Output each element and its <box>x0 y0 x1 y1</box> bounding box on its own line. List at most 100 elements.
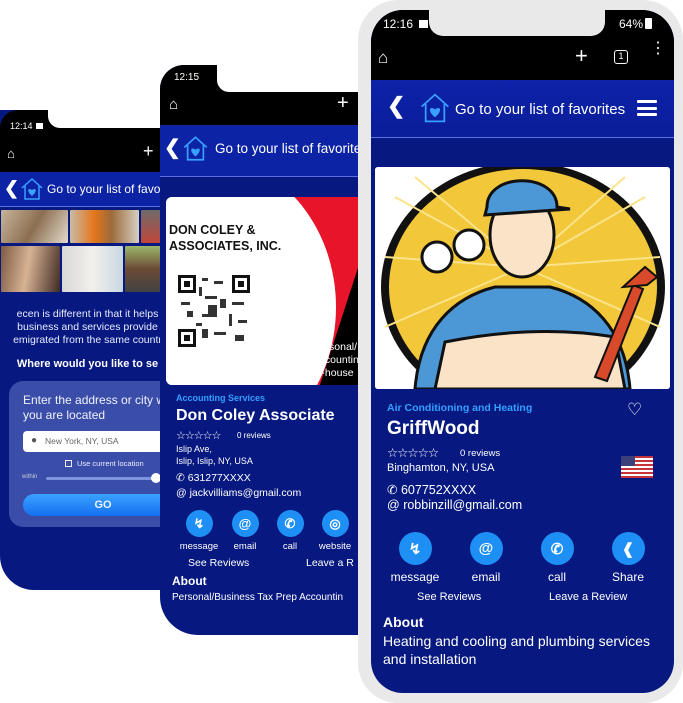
go-button[interactable]: GO <box>23 494 161 516</box>
home-icon[interactable]: ⌂ <box>378 48 388 68</box>
browser-bar: 12:15 ⌂ + <box>160 65 360 125</box>
photo-worker-overalls <box>125 246 161 292</box>
card-bullets: •Personal/ •Accountin •In-house <box>309 341 359 380</box>
notch <box>217 65 360 92</box>
house-heart-icon[interactable] <box>182 135 209 167</box>
checkbox-icon <box>65 460 72 467</box>
phone-icon: ✆ <box>276 510 304 537</box>
favorites-link[interactable]: Go to your list of favorites <box>455 101 625 118</box>
hvac-technician-illustration <box>375 167 670 389</box>
share-icon: ❰ <box>611 532 645 565</box>
leave-review-link[interactable]: Leave a R <box>306 557 354 569</box>
chevron-left-icon[interactable]: ❮ <box>164 135 181 160</box>
app-header: ❮ Go to your list of favorite <box>160 125 360 177</box>
business-name: Don Coley Associate <box>176 407 335 424</box>
see-reviews-link[interactable]: See Reviews <box>188 557 249 569</box>
favorites-link[interactable]: Go to your list of favor <box>47 182 161 196</box>
qr-code <box>178 275 250 347</box>
photo-women-celebrating <box>1 246 60 292</box>
battery-percent: 64% <box>619 17 644 31</box>
battery-status: 64% <box>619 17 653 31</box>
message-button[interactable]: ↯ message <box>174 510 224 552</box>
see-reviews-link[interactable]: See Reviews <box>417 591 481 603</box>
messenger-icon: ↯ <box>398 532 432 565</box>
chevron-left-icon[interactable]: ❮ <box>4 178 19 199</box>
business-phone[interactable]: ✆ 607752XXXX <box>387 482 476 497</box>
about-heading: About <box>383 614 424 630</box>
photo-shop <box>141 210 161 243</box>
location-input-placeholder: New York, NY, USA <box>45 436 119 446</box>
business-address: Binghamton, NY, USA <box>387 462 495 474</box>
location-input[interactable]: ● New York, NY, USA <box>23 431 161 452</box>
website-button[interactable]: ◎ website <box>310 510 360 552</box>
phone-middle-screen: 12:15 ⌂ + ❮ Go to your list of favorite … <box>160 65 360 635</box>
battery-icon <box>645 18 653 29</box>
about-heading: About <box>172 574 207 588</box>
call-button[interactable]: ✆ call <box>527 532 587 584</box>
browser-bar: 12:16 64% ⌂ + 1 ⋮ <box>371 10 674 80</box>
at-icon: @ <box>231 510 259 537</box>
action-label: call <box>282 541 298 552</box>
business-email[interactable]: @ jackvilliams@gmail.com <box>176 487 301 499</box>
hamburger-icon[interactable] <box>637 100 657 116</box>
photo-worker-orange <box>70 210 139 243</box>
phone-number: 607752XXXX <box>400 483 477 497</box>
browser-bar: 12:14 ⌂ + <box>0 110 161 172</box>
email-button[interactable]: @ email <box>456 532 516 584</box>
app-header: ❮ Go to your list of favor <box>0 172 161 207</box>
business-name: GriffWood <box>387 418 480 439</box>
leave-review-link[interactable]: Leave a Review <box>549 591 627 603</box>
image-notification-icon <box>36 123 43 129</box>
plus-icon[interactable]: + <box>337 92 349 115</box>
favorites-link[interactable]: Go to your list of favorite <box>215 141 360 156</box>
call-button[interactable]: ✆ call <box>265 510 315 552</box>
chevron-left-icon[interactable]: ❮ <box>387 93 405 119</box>
checkbox-label: Use current location <box>77 459 144 468</box>
business-email[interactable]: @ robbinzill@gmail.com <box>387 498 522 512</box>
photo-grid <box>0 208 161 300</box>
home-icon[interactable]: ⌂ <box>169 96 178 113</box>
search-label: Enter the address or city w you are loca… <box>23 393 161 422</box>
action-label: email <box>233 541 257 552</box>
about-text: Personal/Business Tax Prep Accountin <box>172 592 344 603</box>
rating-stars[interactable]: ☆☆☆☆☆ <box>176 429 221 442</box>
intro-line: emigrated from the same countr <box>13 334 161 346</box>
business-card-image: DON COLEY & ASSOCIATES, INC. •Personal/ … <box>166 197 360 385</box>
plus-icon[interactable]: + <box>143 141 154 162</box>
email-button[interactable]: @ email <box>220 510 270 552</box>
status-time: 12:15 <box>174 72 200 83</box>
about-text: Heating and cooling and plumbing service… <box>383 633 650 667</box>
radius-slider-track[interactable] <box>46 477 161 480</box>
action-label: Share <box>611 570 645 584</box>
action-label: call <box>547 570 566 584</box>
action-label: website <box>318 541 352 552</box>
house-heart-icon[interactable] <box>20 177 44 206</box>
review-count: 0 reviews <box>237 431 271 440</box>
message-button[interactable]: ↯ message <box>385 532 445 584</box>
globe-icon: ◎ <box>321 510 349 537</box>
status-time: 12:14 <box>10 121 33 131</box>
at-icon: @ <box>176 487 187 499</box>
tab-count-button[interactable]: 1 <box>614 50 628 64</box>
action-label: message <box>390 570 440 584</box>
business-address: Islip Ave, Islip, Islip, NY, USA <box>176 443 253 467</box>
intro-line: ecen is different in that it helps <box>16 308 159 320</box>
address-line: Islip, Islip, NY, USA <box>176 456 253 466</box>
address-line: Islip Ave, <box>176 444 212 454</box>
kebab-menu-icon[interactable]: ⋮ <box>650 41 666 57</box>
rating-stars[interactable]: ☆☆☆☆☆ <box>387 445 439 460</box>
intro-line: business and services provide <box>17 321 158 333</box>
action-label: message <box>179 541 219 552</box>
card-bullet: •In-house <box>309 367 354 379</box>
favorite-heart-icon[interactable]: ♡ <box>627 400 642 420</box>
house-heart-icon[interactable] <box>419 92 451 129</box>
phone-icon: ✆ <box>176 472 185 484</box>
home-icon[interactable]: ⌂ <box>7 146 15 161</box>
business-phone[interactable]: ✆ 631277XXXX <box>176 472 251 484</box>
use-current-location-checkbox[interactable]: Use current location <box>65 459 144 468</box>
plus-icon[interactable]: + <box>575 43 588 69</box>
share-button[interactable]: ❰ Share <box>598 532 658 584</box>
card-bullet: •Personal/ <box>309 341 358 353</box>
review-count: 0 reviews <box>460 448 501 459</box>
photo-people-cooking <box>1 210 68 243</box>
